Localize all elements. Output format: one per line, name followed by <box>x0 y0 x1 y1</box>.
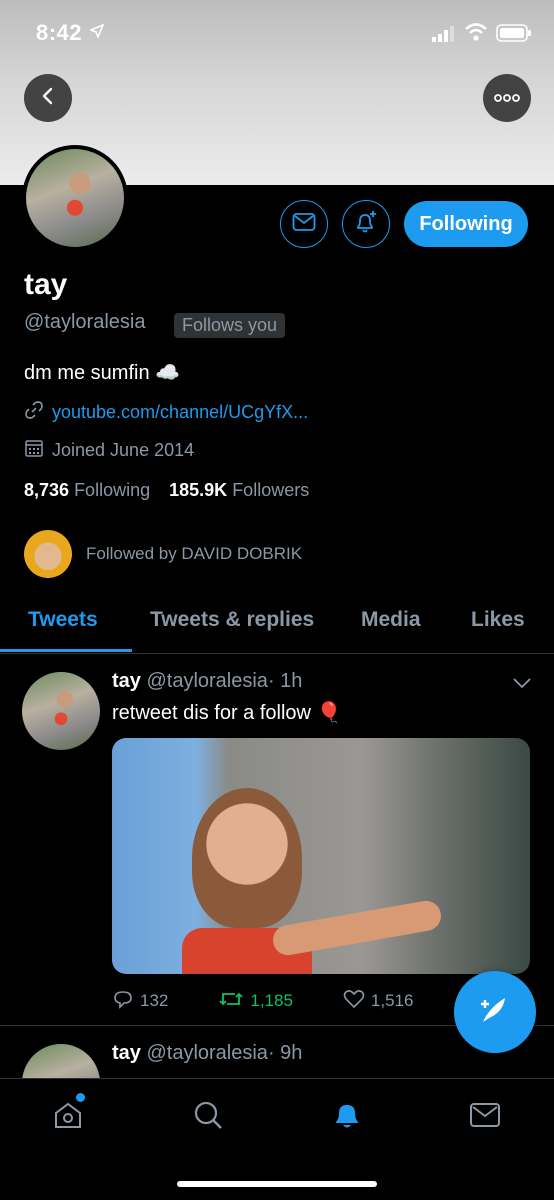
location-arrow-icon <box>88 23 105 43</box>
tab-media[interactable]: Media <box>361 608 421 632</box>
heart-icon <box>343 989 365 1014</box>
tweet[interactable]: tay @tayloralesia· 9h <box>0 1040 554 1080</box>
profile-link[interactable]: youtube.com/channel/UCgYfX... <box>52 402 308 423</box>
tweet-header: tay @tayloralesia· 1h <box>112 670 302 693</box>
new-content-dot <box>76 1093 85 1102</box>
status-bar: 8:42 <box>0 0 554 70</box>
reply-count: 132 <box>140 991 169 1010</box>
retweet-action[interactable]: 1,185 <box>218 990 293 1013</box>
follow-stats: 8,736 Following 185.9K Followers <box>24 480 323 501</box>
following-button[interactable]: Following <box>404 201 528 247</box>
profile-handle: @tayloralesia <box>24 311 146 333</box>
nav-messages[interactable] <box>465 1097 505 1137</box>
battery-icon <box>496 24 532 47</box>
tweet-actions: 132 1,185 1,516 <box>112 986 512 1016</box>
followers-count: 185.9K <box>169 480 228 500</box>
more-dots-icon <box>494 89 520 107</box>
active-tab-indicator <box>0 649 132 652</box>
bottom-navigation <box>0 1078 554 1200</box>
profile-name: tay <box>24 268 68 301</box>
followed-by-row[interactable]: Followed by DAVID DOBRIK <box>24 530 302 578</box>
following-label: Following <box>74 480 151 500</box>
nav-home[interactable] <box>48 1093 88 1137</box>
signal-icon <box>432 26 456 47</box>
tab-likes[interactable]: Likes <box>471 608 525 632</box>
wifi-icon <box>464 22 488 47</box>
mail-icon <box>292 212 316 237</box>
home-indicator <box>177 1181 377 1187</box>
bell-icon <box>331 1099 363 1136</box>
followed-by-text: Followed by DAVID DOBRIK <box>86 544 303 563</box>
follower-avatar <box>24 530 72 578</box>
mail-nav-icon <box>469 1101 501 1134</box>
tweet-time: · 1h <box>267 670 303 692</box>
back-button[interactable] <box>24 74 72 122</box>
search-icon <box>192 1099 224 1136</box>
compose-icon <box>475 990 515 1035</box>
follows-you-badge: Follows you <box>174 313 286 338</box>
profile-actions: Following <box>0 200 554 250</box>
tab-tweets[interactable]: Tweets <box>28 608 98 632</box>
notifications-button[interactable] <box>342 200 390 248</box>
direct-message-button[interactable] <box>280 200 328 248</box>
link-icon <box>24 400 44 425</box>
tweet-image[interactable] <box>112 738 530 974</box>
tweet-author-name: tay <box>112 1042 141 1064</box>
tweet-time: · 9h <box>267 1042 303 1064</box>
joined-date: Joined June 2014 <box>52 440 195 460</box>
following-count: 8,736 <box>24 480 70 500</box>
like-count: 1,516 <box>370 991 414 1010</box>
tab-tweets-replies[interactable]: Tweets & replies <box>150 608 314 632</box>
home-icon <box>52 1099 84 1136</box>
bell-plus-icon <box>353 209 379 240</box>
retweet-icon <box>218 990 244 1013</box>
like-action[interactable]: 1,516 <box>343 989 414 1014</box>
tweet-author-name: tay <box>112 670 141 692</box>
status-time: 8:42 <box>36 20 83 45</box>
profile-link-row: youtube.com/channel/UCgYfX... <box>24 400 308 425</box>
chevron-down-icon[interactable] <box>512 676 532 694</box>
more-options-button[interactable] <box>483 74 531 122</box>
tweet-avatar[interactable] <box>22 1044 100 1080</box>
tweet[interactable]: tay @tayloralesia· 1h retweet dis for a … <box>0 668 554 1026</box>
followers-label: Followers <box>232 480 310 500</box>
tweet-author-handle: @tayloralesia <box>146 670 268 692</box>
image-arm <box>270 898 444 958</box>
tweet-text: retweet dis for a follow 🎈 <box>112 702 342 724</box>
tweet-avatar[interactable] <box>22 672 100 750</box>
retweet-count: 1,185 <box>250 991 293 1010</box>
profile-bio: dm me sumfin ☁️ <box>24 362 181 384</box>
joined-row: Joined June 2014 <box>24 438 194 463</box>
profile-tabs: Tweets Tweets & replies Media Likes <box>0 600 554 654</box>
tweet-author-handle: @tayloralesia <box>146 1042 268 1064</box>
reply-action[interactable]: 132 <box>112 989 168 1014</box>
followers-stat[interactable]: 185.9K Followers <box>169 480 323 500</box>
following-stat[interactable]: 8,736 Following <box>24 480 164 500</box>
back-arrow-icon <box>38 86 58 111</box>
calendar-icon <box>24 438 44 463</box>
compose-tweet-button[interactable] <box>454 971 536 1053</box>
nav-search[interactable] <box>188 1097 228 1137</box>
tweet-header: tay @tayloralesia· 9h <box>112 1042 302 1065</box>
nav-notifications[interactable] <box>327 1097 367 1137</box>
reply-icon <box>112 989 134 1014</box>
image-subject <box>192 788 302 928</box>
